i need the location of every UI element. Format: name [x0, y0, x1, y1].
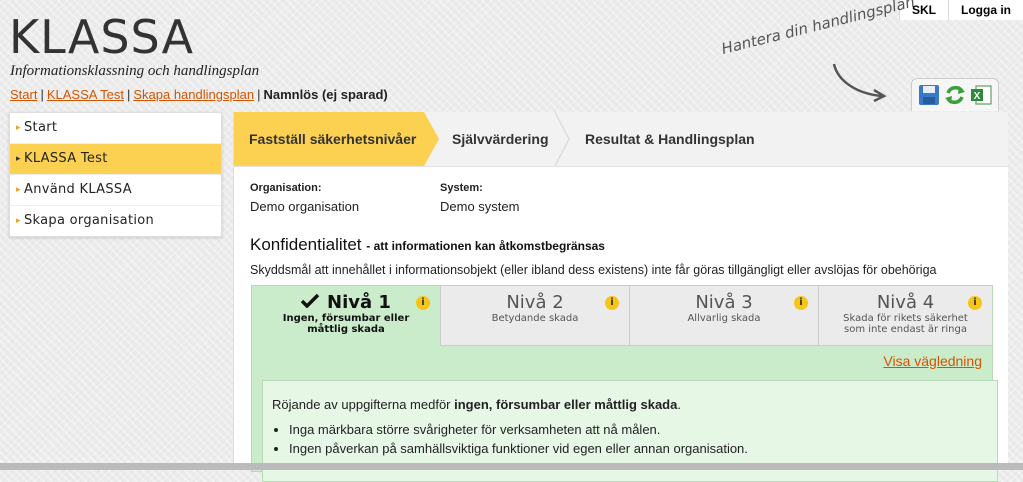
save-icon[interactable]: [917, 83, 941, 107]
sidebar-item-anvand-klassa[interactable]: ▸ Använd KLASSA: [10, 175, 221, 206]
level-tabs: Nivå 1 Ingen, försumbar eller måttlig sk…: [252, 286, 992, 346]
detail-intro-prefix: Röjande av uppgifterna medför: [272, 397, 455, 412]
step-progress: Fastställ säkerhetsnivåer Självvärdering…: [234, 112, 1008, 167]
svg-text:X: X: [974, 91, 981, 102]
info-icon[interactable]: i: [794, 296, 808, 310]
tagline: Informationsklassning och handlingsplan: [10, 63, 260, 79]
chevron-right-icon: ▸: [16, 154, 21, 164]
sidebar: ▸ Start ▸ KLASSA Test ▸ Använd KLASSA ▸ …: [9, 112, 222, 237]
breadcrumb: Start | KLASSA Test | Skapa handlingsplan | Na…: [10, 87, 388, 102]
sidebar-item-label: Skapa organisation: [24, 213, 155, 228]
breadcrumb-skapa-handlingsplan[interactable]: Skapa handlingsplan: [133, 87, 254, 102]
checkmark-icon: [301, 293, 320, 308]
level-name-row: Nivå 1: [252, 292, 440, 313]
breadcrumb-separator: |: [257, 87, 261, 102]
section-description: Skyddsmål att innehållet i informationso…: [250, 263, 937, 277]
detail-intro-suffix: .: [677, 397, 681, 412]
system-value: Demo system: [440, 199, 520, 214]
detail-intro-bold: ingen, försumbar eller måttlig skada: [454, 397, 678, 412]
info-icon[interactable]: i: [416, 296, 430, 310]
chevron-right-icon: ▸: [16, 185, 21, 195]
breadcrumb-current: Namnlös (ej sparad): [263, 87, 388, 102]
login-link[interactable]: Logga in: [948, 0, 1023, 20]
sidebar-item-start[interactable]: ▸ Start: [10, 113, 221, 144]
show-guidance-link[interactable]: Visa vägledning: [883, 353, 982, 369]
level-tab-3[interactable]: Nivå 3 Allvarlig skada i: [630, 286, 819, 346]
section-title: Konfidentialitet - att informationen kan…: [250, 235, 605, 255]
info-icon[interactable]: i: [605, 296, 619, 310]
sidebar-item-skapa-organisation[interactable]: ▸ Skapa organisation: [10, 206, 221, 236]
organisation-label: Organisation:: [250, 182, 322, 194]
level-name: Nivå 2: [506, 292, 564, 313]
horizontal-scrollbar[interactable]: [0, 463, 1023, 470]
level-description: Skada för rikets säkerhet som inte endas…: [843, 313, 968, 335]
level-tab-4[interactable]: Nivå 4 Skada för rikets säkerhet som int…: [819, 286, 992, 346]
breadcrumb-start[interactable]: Start: [10, 87, 37, 102]
list-item: Ingen påverkan på samhällsviktiga funkti…: [289, 441, 997, 456]
breadcrumb-klassa-test[interactable]: KLASSA Test: [47, 87, 124, 102]
organisation-value: Demo organisation: [250, 199, 360, 214]
chevron-right-icon: ▸: [16, 123, 21, 133]
step-sjalvvardering[interactable]: Självvärdering: [452, 112, 549, 166]
handlingsplan-hint: Hantera din handlingsplan: [719, 0, 917, 59]
level-tab-1[interactable]: Nivå 1 Ingen, försumbar eller måttlig sk…: [252, 286, 441, 346]
handlingsplan-toolbar: X: [911, 78, 999, 111]
section-title-text: Konfidentialitet: [250, 235, 362, 254]
list-item: Inga märkbara större svårigheter för ver…: [289, 422, 997, 437]
top-nav: SKL Logga in: [899, 0, 1023, 20]
level-description: Allvarlig skada: [687, 313, 761, 324]
detail-intro: Röjande av uppgifterna medför ingen, för…: [272, 397, 997, 412]
sidebar-item-klassa-test[interactable]: ▸ KLASSA Test: [10, 144, 221, 175]
detail-list: Inga märkbara större svårigheter för ver…: [263, 422, 997, 456]
sidebar-item-label: Använd KLASSA: [24, 182, 132, 197]
chevron-right-icon: ▸: [16, 216, 21, 226]
main-content: Fastställ säkerhetsnivåer Självvärdering…: [233, 112, 1008, 482]
level-name: Nivå 4: [876, 292, 935, 313]
refresh-icon[interactable]: [943, 83, 967, 107]
breadcrumb-separator: |: [40, 87, 44, 102]
level-tab-2[interactable]: Nivå 2 Betydande skada i: [441, 286, 630, 346]
info-icon[interactable]: i: [968, 296, 982, 310]
level-selector: Nivå 1 Ingen, försumbar eller måttlig sk…: [251, 285, 998, 482]
step-fastsall-sakerhetsnivaer[interactable]: Fastställ säkerhetsnivåer: [234, 112, 439, 166]
curved-arrow-icon: [832, 63, 887, 102]
sidebar-item-label: Start: [24, 120, 58, 135]
level-description: Ingen, försumbar eller måttlig skada: [282, 313, 410, 335]
system-label: System:: [440, 182, 483, 194]
excel-icon[interactable]: X: [969, 83, 993, 107]
level-name: Nivå 3: [695, 292, 753, 313]
step-divider-icon: [554, 112, 570, 166]
klassa-logo: KLASSA: [9, 10, 195, 64]
level-name: Nivå 1: [327, 292, 391, 313]
section-subtitle: - att informationen kan åtkomstbegränsas: [366, 239, 605, 253]
step-resultat-handlingsplan[interactable]: Resultat & Handlingsplan: [585, 112, 755, 166]
level-description: Betydande skada: [491, 313, 579, 324]
breadcrumb-separator: |: [126, 87, 131, 102]
sidebar-item-label: KLASSA Test: [24, 151, 108, 166]
